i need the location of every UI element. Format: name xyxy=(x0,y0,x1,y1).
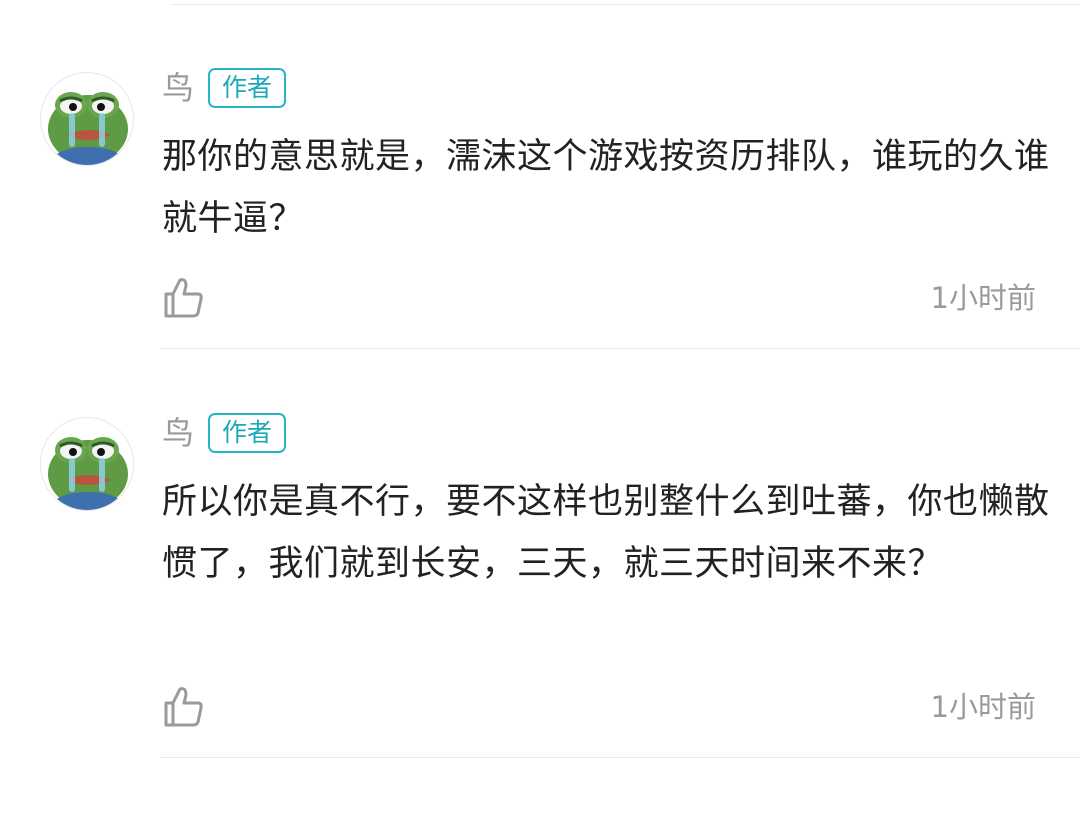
divider xyxy=(160,757,1080,758)
author-name[interactable]: 鸟 xyxy=(162,411,194,455)
avatar[interactable] xyxy=(40,72,134,166)
author-badge: 作者 xyxy=(208,68,287,108)
author-name[interactable]: 鸟 xyxy=(162,66,194,110)
crying-frog-icon xyxy=(41,73,133,165)
timestamp: 1小时前 xyxy=(930,690,1036,724)
comment-text[interactable]: 所以你是真不行，要不这样也别整什么到吐蕃，你也懒散惯了，我们就到长安，三天，就三… xyxy=(162,471,1052,595)
divider xyxy=(160,348,1080,349)
comment-text[interactable]: 那你的意思就是，濡沫这个游戏按资历排队，谁玩的久谁就牛逼？ xyxy=(162,126,1052,250)
divider xyxy=(170,4,1080,5)
timestamp: 1小时前 xyxy=(930,281,1036,315)
author-badge: 作者 xyxy=(208,413,287,453)
author-row: 鸟 作者 xyxy=(162,66,287,110)
comment-list: 鸟 作者 那你的意思就是，濡沫这个游戏按资历排队，谁玩的久谁就牛逼？ 1小时前 xyxy=(0,0,1080,816)
avatar[interactable] xyxy=(40,417,134,511)
thumbs-up-icon[interactable] xyxy=(160,683,206,729)
author-row: 鸟 作者 xyxy=(162,411,287,455)
crying-frog-icon xyxy=(41,418,133,510)
thumbs-up-icon[interactable] xyxy=(160,274,206,320)
